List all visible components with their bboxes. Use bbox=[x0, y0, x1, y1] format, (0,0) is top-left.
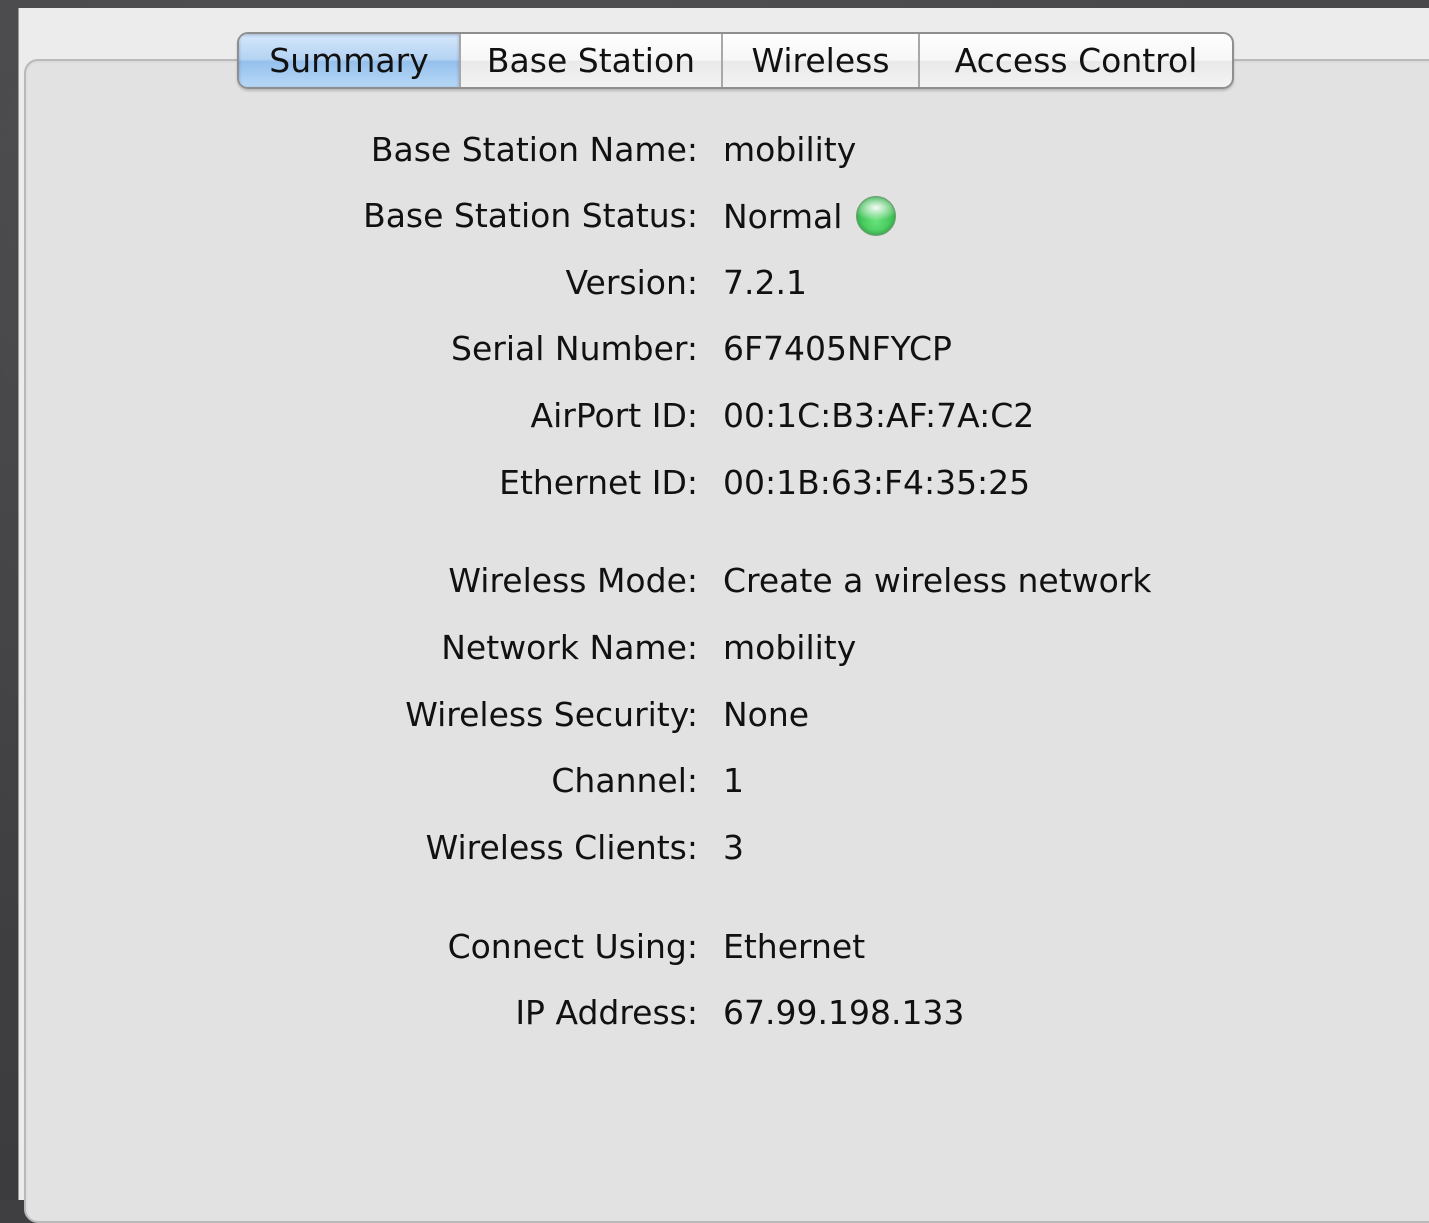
row-wireless-mode: Wireless Mode: Create a wireless network bbox=[0, 561, 1429, 605]
tab-access-control[interactable]: Access Control bbox=[918, 34, 1232, 87]
wireless-clients-value: 3 bbox=[723, 828, 744, 867]
wireless-clients-label: Wireless Clients: bbox=[425, 828, 698, 867]
tab-bar: Summary Base Station Wireless Access Con… bbox=[237, 32, 1234, 89]
ip-address-value: 67.99.198.133 bbox=[723, 993, 965, 1032]
tab-summary[interactable]: Summary bbox=[239, 34, 459, 87]
base-station-status-label: Base Station Status: bbox=[363, 196, 698, 235]
row-serial-number: Serial Number: 6F7405NFYCP bbox=[0, 329, 1429, 373]
tab-wireless[interactable]: Wireless bbox=[721, 34, 918, 87]
row-version: Version: 7.2.1 bbox=[0, 263, 1429, 307]
row-ethernet-id: Ethernet ID: 00:1B:63:F4:35:25 bbox=[0, 463, 1429, 507]
network-name-label: Network Name: bbox=[441, 628, 698, 667]
ip-address-label: IP Address: bbox=[515, 993, 698, 1032]
version-label: Version: bbox=[565, 263, 698, 302]
serial-number-label: Serial Number: bbox=[451, 329, 698, 368]
ethernet-id-label: Ethernet ID: bbox=[499, 463, 698, 502]
wireless-security-value: None bbox=[723, 695, 810, 734]
wireless-security-label: Wireless Security: bbox=[405, 695, 698, 734]
row-connect-using: Connect Using: Ethernet bbox=[0, 927, 1429, 971]
wireless-mode-label: Wireless Mode: bbox=[448, 561, 698, 600]
row-channel: Channel: 1 bbox=[0, 761, 1429, 805]
airport-id-value: 00:1C:B3:AF:7A:C2 bbox=[723, 396, 1035, 435]
tab-base-station[interactable]: Base Station bbox=[459, 34, 721, 87]
ethernet-id-value: 00:1B:63:F4:35:25 bbox=[723, 463, 1031, 502]
connect-using-label: Connect Using: bbox=[447, 927, 698, 966]
connect-using-value: Ethernet bbox=[723, 927, 866, 966]
version-value: 7.2.1 bbox=[723, 263, 807, 302]
network-name-value: mobility bbox=[723, 628, 857, 667]
row-base-station-name: Base Station Name: mobility bbox=[0, 130, 1429, 174]
row-network-name: Network Name: mobility bbox=[0, 628, 1429, 672]
summary-info: Base Station Name: mobility Base Station… bbox=[0, 0, 1429, 1200]
channel-value: 1 bbox=[723, 761, 744, 800]
airport-id-label: AirPort ID: bbox=[530, 396, 698, 435]
row-wireless-clients: Wireless Clients: 3 bbox=[0, 828, 1429, 872]
row-ip-address: IP Address: 67.99.198.133 bbox=[0, 993, 1429, 1037]
serial-number-value: 6F7405NFYCP bbox=[723, 329, 952, 368]
base-station-name-label: Base Station Name: bbox=[370, 130, 698, 169]
channel-label: Channel: bbox=[551, 761, 698, 800]
row-airport-id: AirPort ID: 00:1C:B3:AF:7A:C2 bbox=[0, 396, 1429, 440]
row-base-station-status: Base Station Status: Normal bbox=[0, 196, 1429, 240]
base-station-name-value: mobility bbox=[723, 130, 857, 169]
base-station-status-value: Normal bbox=[723, 197, 843, 236]
wireless-mode-value: Create a wireless network bbox=[723, 561, 1152, 600]
status-indicator-icon bbox=[856, 196, 897, 236]
row-wireless-security: Wireless Security: None bbox=[0, 695, 1429, 739]
base-station-status-value-wrap: Normal bbox=[723, 196, 897, 236]
